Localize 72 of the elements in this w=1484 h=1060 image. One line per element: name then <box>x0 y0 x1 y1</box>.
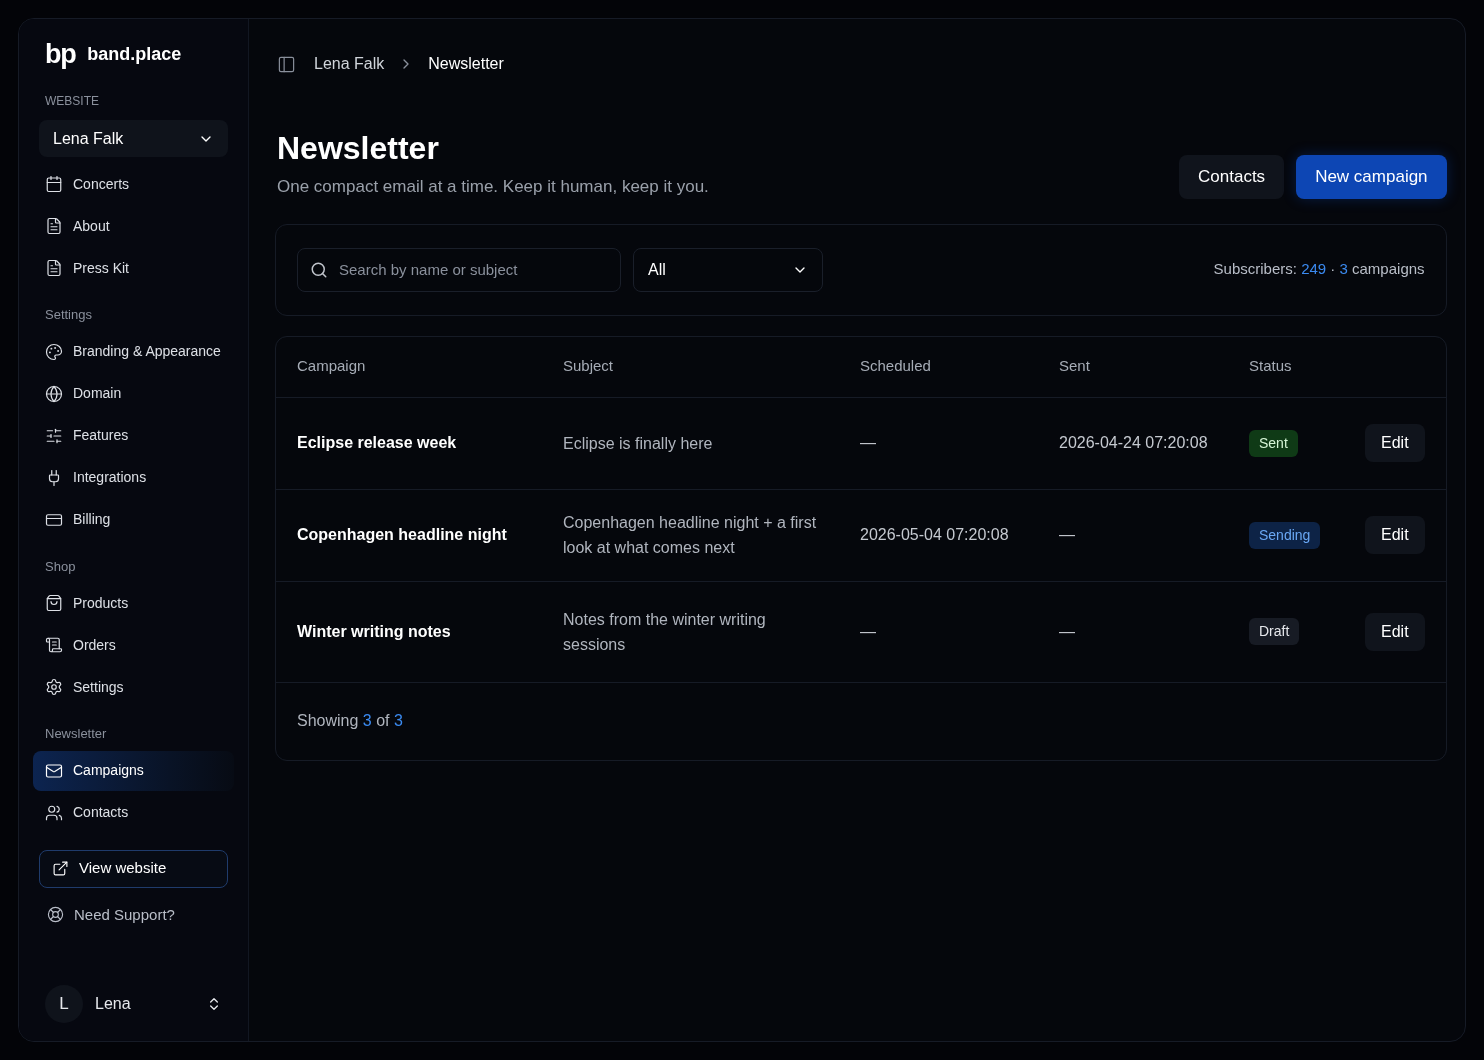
sidebar-item[interactable]: Settings <box>39 667 228 707</box>
status-select[interactable]: All <box>633 247 823 292</box>
table-cell-text: 2026-05-04 07:20:08 <box>860 525 1010 545</box>
page-title: Newsletter <box>277 129 440 168</box>
status-badge: Draft <box>1249 618 1300 645</box>
status-badge: Sent <box>1249 429 1298 457</box>
document-icon <box>45 217 63 235</box>
search-field[interactable]: Search by name or subject <box>297 247 621 292</box>
external-link-icon <box>52 860 69 877</box>
settings-icon <box>45 678 63 696</box>
view-website-button[interactable]: View website <box>39 849 228 888</box>
section-label: Settings <box>44 306 93 324</box>
sidebar-toggle-icon[interactable] <box>277 54 296 74</box>
globe-icon <box>45 384 63 403</box>
document-icon <box>45 259 63 277</box>
user-name: Lena <box>95 994 132 1014</box>
table-cell-text: — <box>860 621 877 642</box>
page-subtitle: One compact email at a time. Keep it human, keep it you. <box>277 176 709 198</box>
breadcrumb-link[interactable]: Lena Falk <box>314 52 385 76</box>
column-header: Status <box>1249 356 1293 377</box>
table-cell-text: — <box>1059 525 1076 545</box>
sidebar-item[interactable]: Contacts <box>39 792 228 833</box>
section-label: Shop <box>44 557 77 576</box>
column-header: Sent <box>1059 356 1091 377</box>
sidebar-item[interactable]: Orders <box>39 625 228 665</box>
sidebar-item[interactable]: Branding & Appearance <box>39 331 228 372</box>
sidebar-item[interactable]: About <box>39 206 228 246</box>
edit-button[interactable]: Edit <box>1365 424 1425 462</box>
sidebar-item[interactable]: Products <box>39 583 228 623</box>
edit-button[interactable]: Edit <box>1365 612 1425 651</box>
table-cell-text: Eclipse is finally here <box>563 433 714 454</box>
edit-button[interactable]: Edit <box>1365 516 1425 554</box>
users-icon <box>45 803 63 822</box>
contacts-button[interactable]: Contacts <box>1179 154 1285 199</box>
table-cell-text: Copenhagen headline night + a first look at what comes next <box>563 513 818 558</box>
sidebar-item[interactable]: Domain <box>39 373 228 414</box>
avatar: L <box>45 985 83 1023</box>
column-header: Campaign <box>297 356 367 377</box>
status-badge: Sending <box>1249 521 1321 549</box>
sidebar-item[interactable]: Integrations <box>39 457 228 498</box>
sidebar-item[interactable]: Campaigns <box>33 750 234 791</box>
brand-name: band.place <box>87 43 182 66</box>
palette-icon <box>45 342 63 361</box>
campaign-name: Copenhagen headline night <box>297 525 508 545</box>
receipt-icon <box>45 636 63 654</box>
search-icon <box>310 260 328 279</box>
section-label: WEBSITE <box>44 93 100 110</box>
sidebar-item[interactable]: Features <box>39 415 228 456</box>
sliders-icon <box>45 426 63 445</box>
breadcrumb-current: Newsletter <box>428 54 504 74</box>
lifebuoy-icon <box>47 906 64 924</box>
mail-icon <box>45 761 63 780</box>
campaign-name: Winter writing notes <box>297 621 452 642</box>
new-campaign-button[interactable]: New campaign <box>1296 154 1447 199</box>
column-header: Subject <box>563 356 615 377</box>
table-cell-text: — <box>860 433 877 453</box>
pagination-summary: Showing 3 of 3 <box>297 711 403 731</box>
section-label: Newsletter <box>44 725 108 743</box>
website-select[interactable]: Lena Falk <box>39 120 228 157</box>
campaign-name: Eclipse release week <box>297 433 458 453</box>
subscriber-summary: Subscribers: 249 · 3 campaigns <box>1213 259 1425 280</box>
calendar-icon <box>45 175 63 193</box>
logo: bp <box>45 41 76 68</box>
column-header: Scheduled <box>860 356 932 377</box>
support-link[interactable]: Need Support? <box>39 903 228 926</box>
table-cell-text: Notes from the winter writing sessions <box>563 609 767 655</box>
table-cell-text: 2026-04-24 07:20:08 <box>1059 433 1209 453</box>
table-cell-text: — <box>1059 621 1076 642</box>
bag-icon <box>45 594 63 612</box>
sidebar-item[interactable]: Billing <box>39 499 228 540</box>
sidebar-item[interactable]: Concerts <box>39 164 228 204</box>
sidebar-item[interactable]: Press Kit <box>39 248 228 288</box>
